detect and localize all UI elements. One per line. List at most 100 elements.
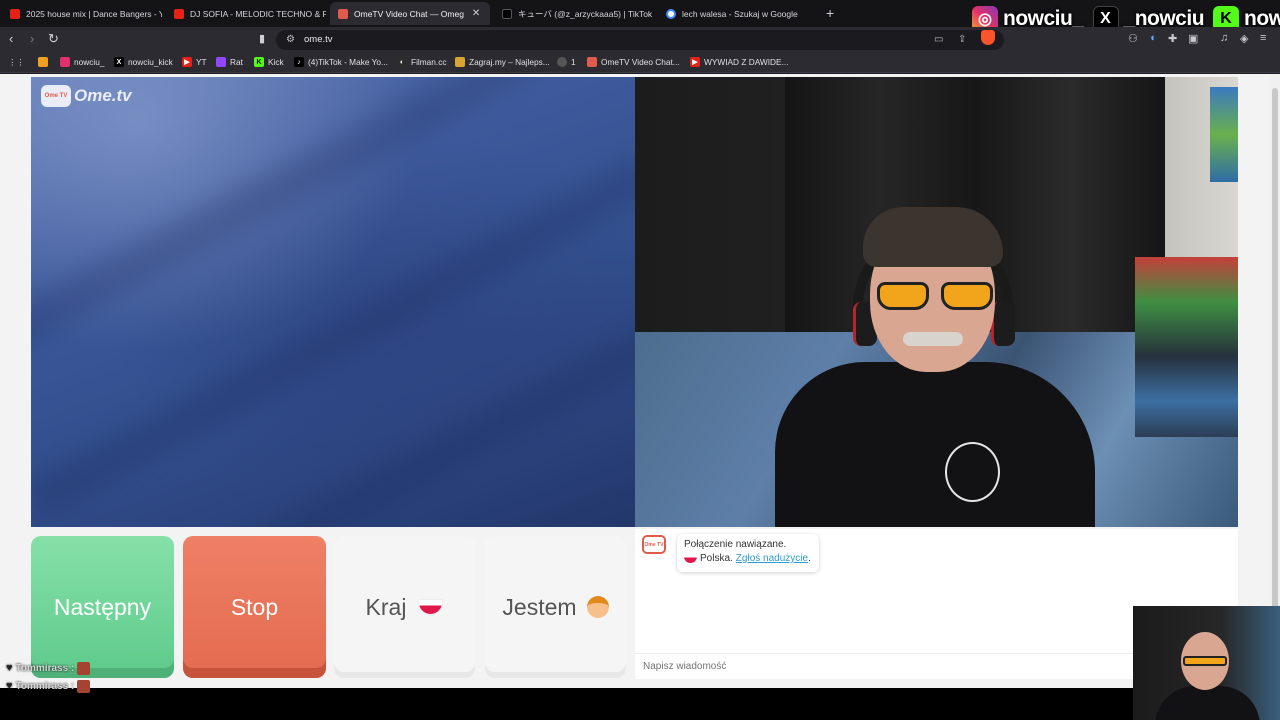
bookmark-filman[interactable]: ◐ Filman.cc — [397, 57, 447, 67]
bookmark-rat[interactable]: Rat — [216, 57, 243, 67]
tab-dj-sofia[interactable]: DJ SOFIA - MELODIC TECHNO & FU — [166, 2, 326, 25]
bookmark-label: OmeTV Video Chat... — [601, 57, 680, 67]
bookmark-label: Filman.cc — [411, 57, 447, 67]
cast-icon[interactable]: ▭ — [934, 34, 943, 45]
bookmark-tiktok[interactable]: ♪ (4)TikTok - Make Yo... — [294, 57, 388, 67]
next-button[interactable]: Następny — [31, 536, 174, 678]
ometv-page: Ome TV Ome.tv Następny Stop Kraj Jestem … — [0, 74, 1280, 688]
poland-flag-icon — [418, 599, 444, 615]
share-icon[interactable]: ⇪ — [958, 34, 966, 45]
sidebar-icon[interactable]: ▣ — [1188, 32, 1198, 45]
url-text[interactable]: ome.tv — [304, 34, 333, 45]
gender-label: Jestem — [502, 593, 577, 620]
bookmark-yt[interactable]: ▶ YT — [182, 57, 207, 67]
stop-label: Stop — [230, 593, 279, 620]
tiktok-icon: ♪ — [294, 57, 304, 67]
connection-message: Połączenie nawiązane. Polska. Zgłoś nadu… — [677, 534, 819, 572]
youtube-icon — [174, 8, 184, 19]
torso — [775, 362, 1095, 527]
vpn-icon[interactable]: ⚇ — [1128, 32, 1138, 45]
video-shadow — [31, 155, 635, 519]
new-tab-button[interactable]: + — [826, 5, 834, 21]
country-button[interactable]: Kraj — [334, 536, 475, 678]
viewer-badge-icon — [77, 661, 91, 675]
close-tab-icon[interactable]: ✕ — [472, 8, 480, 19]
kick-icon: K — [254, 57, 264, 67]
stranger-video: Ome TV Ome.tv — [31, 77, 635, 527]
back-icon[interactable]: ‹ — [9, 32, 13, 46]
extensions-icon[interactable]: ✚ — [1168, 32, 1177, 45]
poland-flag-icon — [684, 554, 697, 563]
bookmark-nowciu[interactable]: nowciu_ — [60, 57, 104, 67]
brave-shields-icon[interactable] — [981, 30, 995, 45]
ometv-logo-text: Ome.tv — [74, 86, 132, 105]
bookmark-ometv[interactable]: OmeTV Video Chat... — [587, 57, 680, 67]
youtube-icon: ▶ — [182, 57, 192, 67]
gender-button[interactable]: Jestem — [485, 536, 626, 678]
site-settings-icon[interactable]: ⚙ — [286, 34, 295, 45]
cam-torso — [1155, 686, 1260, 720]
wallet-icon[interactable]: ◈ — [1240, 32, 1248, 45]
bookmark-label: 1 — [571, 57, 576, 67]
connection-status: Połączenie nawiązane. — [684, 539, 787, 550]
stream-chat-row: ♥ Tommirass : — [6, 677, 91, 695]
bookmark-label: Zagraj.my – Najleps... — [469, 57, 550, 67]
translate-icon[interactable]: ◖ — [1149, 32, 1156, 44]
shirt-print — [945, 442, 1000, 502]
report-abuse-link[interactable]: Zgłoś nadużycie — [736, 553, 808, 564]
tab-ometv[interactable]: OmeTV Video Chat — Omeg ✕ — [330, 2, 490, 25]
bookmark-zagraj[interactable]: Zagraj.my – Najleps... — [455, 57, 550, 67]
scrollbar-thumb[interactable] — [1272, 88, 1278, 678]
bookmark-kick[interactable]: K Kick — [254, 57, 284, 67]
x-icon: X — [114, 57, 124, 67]
heart-icon: ♥ — [6, 662, 13, 674]
bookmark-icon[interactable]: ▮ — [259, 32, 265, 46]
reload-icon[interactable]: ↻ — [48, 32, 59, 46]
mustache — [903, 332, 963, 346]
bookmark-label: Rat — [230, 57, 243, 67]
bookmark-label: nowciu_ — [74, 57, 105, 67]
viewer-name: Tommirass : — [15, 662, 75, 674]
country-label: Kraj — [365, 593, 407, 620]
page-scrollbar[interactable] — [1270, 74, 1280, 688]
folder-icon — [38, 57, 48, 67]
bookmark-label: WYWIAD Z DAWIDE... — [704, 57, 789, 67]
viewer-badge-icon — [77, 679, 91, 693]
next-label: Następny — [53, 593, 152, 620]
bookmark-nowciu-kick[interactable]: Xnowciu_kick — [114, 57, 173, 67]
bookmark-label: (4)TikTok - Make Yo... — [308, 57, 388, 67]
youtube-icon: ▶ — [690, 57, 700, 67]
webcam-overlay — [1133, 606, 1280, 720]
bookmark-label: Kick — [268, 57, 284, 67]
viewer-name: Tommirass : — [15, 680, 75, 692]
wall-poster — [1210, 87, 1238, 182]
address-bar[interactable]: ⚙ ome.tv ▭ ⇪ — [276, 30, 1004, 50]
country-line: Polska. Zgłoś nadużycie. — [684, 553, 812, 564]
tab-google[interactable]: lech walesa - Szukaj w Google — [658, 2, 818, 25]
report-suffix: . — [808, 553, 811, 564]
tab-label: 2025 house mix | Dance Bangers - Yo — [26, 8, 162, 19]
glasses — [877, 282, 997, 310]
stream-bottom-bar — [0, 688, 1133, 720]
glasses-lens — [941, 282, 993, 310]
stream-chat-overlay: ♥ Tommirass : ♥ Tommirass : — [6, 659, 91, 695]
media-icon[interactable]: ♫ — [1220, 32, 1228, 44]
tab-house-mix[interactable]: 2025 house mix | Dance Bangers - Yo — [2, 2, 162, 25]
twitch-icon — [216, 57, 226, 67]
bookmark-folder[interactable] — [38, 57, 52, 67]
bookmark-1[interactable]: 1 — [557, 57, 576, 67]
tab-tiktok[interactable]: キューバ (@z_arzyckaaa5) | TikTok — [494, 2, 654, 25]
hair — [863, 207, 1003, 267]
tab-label: キューバ (@z_arzyckaaa5) | TikTok — [518, 8, 653, 19]
apps-icon[interactable]: ⋮⋮ — [8, 57, 25, 67]
tab-label: lech walesa - Szukaj w Google — [682, 8, 798, 19]
background-shelf — [1135, 257, 1238, 437]
forward-icon[interactable]: › — [30, 32, 34, 46]
menu-icon[interactable]: ≡ — [1260, 32, 1266, 44]
stop-button[interactable]: Stop — [183, 536, 326, 678]
partner-country: Polska. — [700, 553, 733, 564]
filman-icon: ◐ — [397, 57, 407, 67]
ometv-icon — [338, 8, 348, 19]
bookmark-wywiad[interactable]: ▶ WYWIAD Z DAWIDE... — [690, 57, 789, 67]
heart-icon: ♥ — [6, 680, 13, 692]
